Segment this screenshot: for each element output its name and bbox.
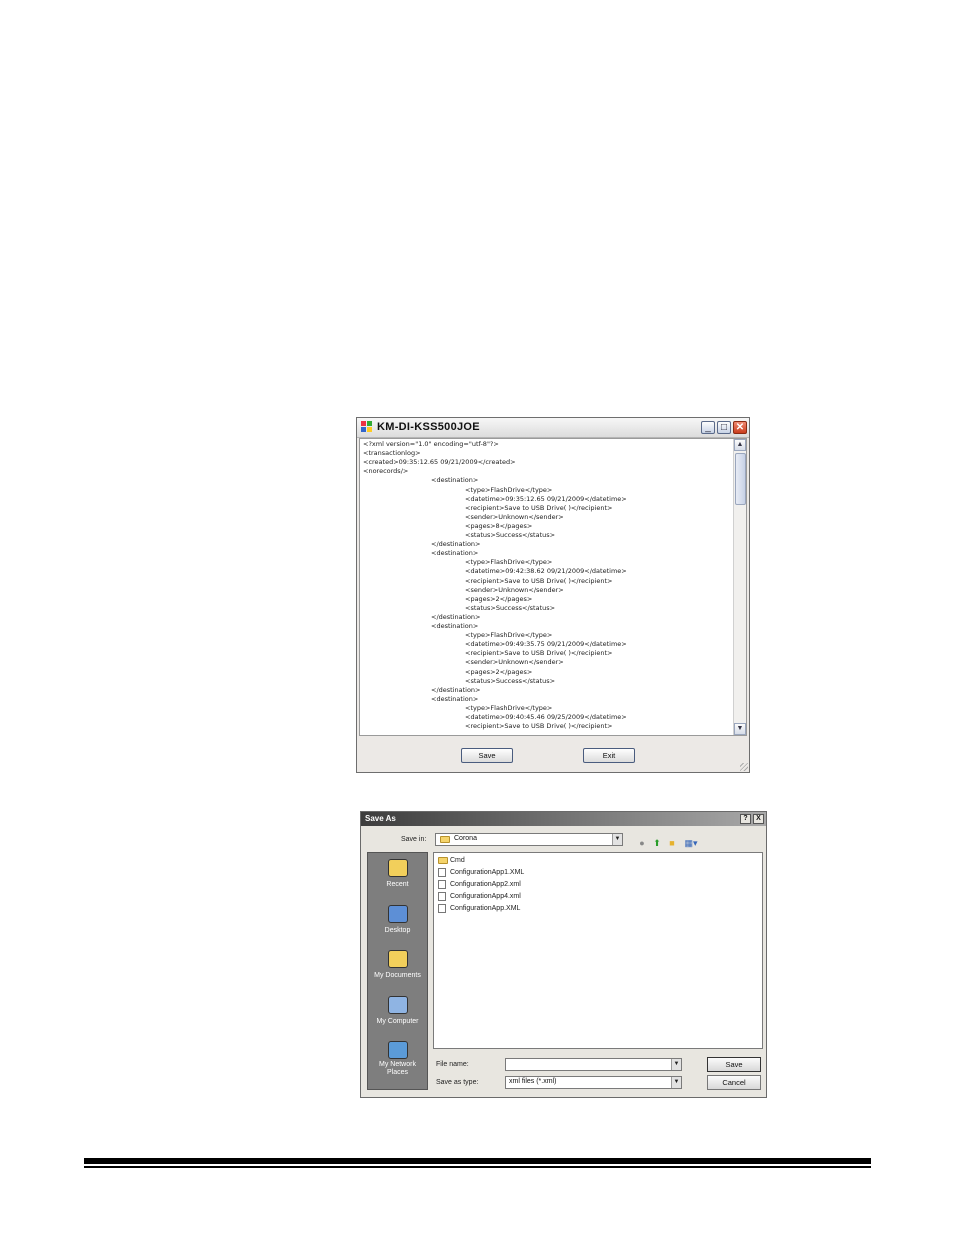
folder-icon: [438, 857, 448, 864]
xml-line: <pages>8</pages>: [465, 521, 533, 530]
xml-line: <recipient>Save to USB Drive( )</recipie…: [465, 649, 613, 658]
places-item[interactable]: Recent: [368, 859, 427, 903]
file-list[interactable]: Cmd ConfigurationApp1.XML ConfigurationApp…: [433, 852, 763, 1049]
xml-line: <destination>: [431, 694, 479, 703]
save-in-value: Corona: [454, 835, 477, 842]
window-title: KM-DI-KSS500JOE: [377, 421, 480, 433]
xml-line: </destination>: [431, 685, 481, 694]
scroll-down-arrow[interactable]: ▼: [734, 723, 746, 735]
footer-rule-thin: [84, 1166, 871, 1168]
xml-line: <?xml version="1.0" encoding="utf-8"?>: [363, 440, 499, 448]
file-list-item-label: ConfigurationApp.XML: [450, 905, 521, 912]
places-bar: Recent Desktop My Documents My Computer My N…: [367, 852, 428, 1090]
save-as-type-label: Save as type:: [436, 1079, 479, 1086]
file-list-item-label: ConfigurationApp1.XML: [450, 869, 525, 876]
xml-line: <type>FlashDrive</type>: [465, 485, 553, 494]
help-button[interactable]: ?: [740, 814, 751, 824]
places-item[interactable]: My Network Places: [368, 1041, 427, 1085]
xml-file-icon: [438, 868, 446, 877]
scroll-thumb[interactable]: [735, 453, 746, 505]
save-in-label: Save in:: [401, 836, 427, 843]
xml-content-area[interactable]: ▲ ▼ <?xml version="1.0" encoding="utf-8"…: [359, 438, 747, 736]
save-as-type-value: xml files (*.xml): [509, 1078, 557, 1085]
chevron-down-icon[interactable]: ▼: [612, 834, 622, 845]
xml-file-icon: [438, 904, 446, 913]
my-computer-icon: [388, 995, 408, 1014]
xml-line: <type>FlashDrive</type>: [465, 703, 553, 712]
up-folder-icon[interactable]: ⬆: [652, 838, 662, 848]
new-folder-icon[interactable]: ■: [667, 838, 677, 848]
xml-line: <status>Success</status>: [465, 603, 556, 612]
xml-line: <sender>Unknown</sender>: [465, 512, 564, 521]
places-item[interactable]: My Documents: [368, 950, 427, 994]
app-icon: [361, 421, 372, 432]
my-documents-icon: [388, 950, 408, 968]
chevron-down-icon[interactable]: ▼: [671, 1059, 681, 1070]
xml-line: </destination>: [431, 612, 481, 621]
dialog-close-button[interactable]: X: [753, 814, 764, 824]
dialog-save-button[interactable]: Save: [707, 1057, 761, 1072]
xml-line: <datetime>09:49:35.75 09/21/2009</dateti…: [465, 640, 627, 649]
xml-line: <datetime>09:42:38.62 09/21/2009</dateti…: [465, 567, 627, 576]
close-button[interactable]: ✕: [733, 421, 747, 434]
places-item-label: Desktop: [384, 926, 411, 934]
dialog-cancel-button[interactable]: Cancel: [707, 1075, 761, 1090]
places-item-label: My Computer: [376, 1017, 419, 1025]
xml-line: <recipient>Save to USB Drive( )</recipie…: [465, 503, 613, 512]
xml-line: <norecords/>: [363, 467, 409, 476]
title-bar[interactable]: KM-DI-KSS500JOE _ □ ✕: [357, 418, 749, 438]
desktop-icon: [388, 904, 408, 923]
file-name-label: File name:: [436, 1061, 469, 1068]
file-list-item-label: Cmd: [450, 857, 465, 864]
network-places-icon: [388, 1041, 408, 1059]
xml-file-icon: [438, 892, 446, 901]
xml-file-icon: [438, 880, 446, 889]
file-list-item-label: ConfigurationApp4.xml: [450, 893, 521, 900]
xml-line: <transactionlog>: [363, 449, 421, 458]
places-item[interactable]: Desktop: [368, 904, 427, 949]
xml-line: <type>FlashDrive</type>: [465, 631, 553, 640]
file-name-input[interactable]: ▼: [505, 1058, 682, 1071]
xml-line: <pages>2</pages>: [465, 594, 533, 603]
recent-folder-icon: [388, 859, 408, 877]
resize-grip[interactable]: [740, 763, 748, 771]
dialog-title-bar[interactable]: Save As ? X: [361, 812, 766, 826]
save-as-type-dropdown[interactable]: xml files (*.xml) ▼: [505, 1076, 682, 1089]
places-item-label: My Network Places: [379, 1061, 416, 1076]
file-list-item-label: ConfigurationApp2.xml: [450, 881, 521, 888]
xml-line: <destination>: [431, 549, 479, 558]
chevron-down-icon[interactable]: ▼: [671, 1077, 681, 1088]
xml-line: </destination>: [431, 540, 481, 549]
xml-line: <status>Success</status>: [465, 531, 556, 539]
dialog-title: Save As: [365, 814, 396, 823]
xml-line: <datetime>09:40:45.46 09/25/2009</dateti…: [465, 713, 627, 721]
xml-line: <recipient>Save to USB Drive( )</recipie…: [465, 722, 613, 731]
maximize-button[interactable]: □: [717, 421, 731, 434]
xml-line: <sender>Unknown</sender>: [465, 658, 564, 667]
vertical-scrollbar[interactable]: ▲ ▼: [733, 439, 746, 735]
xml-line: <status>Success</status>: [465, 676, 556, 685]
xml-line: <destination>: [431, 476, 479, 485]
exit-button[interactable]: Exit: [583, 748, 635, 763]
scroll-up-arrow[interactable]: ▲: [734, 439, 746, 451]
places-item-label: Recent: [386, 881, 409, 888]
xml-line: <type>FlashDrive</type>: [465, 558, 553, 567]
xml-line: <sender>Unknown</sender>: [465, 585, 564, 594]
save-button[interactable]: Save: [461, 748, 513, 763]
xml-line: <pages>2</pages>: [465, 667, 533, 676]
xml-line: <recipient>Save to USB Drive( )</recipie…: [465, 576, 613, 585]
xml-line: <datetime>09:35:12.65 09/21/2009</dateti…: [465, 494, 627, 503]
save-as-dialog: Save As ? X Save in: Corona ▼ ● ⬆ ■ ▦▾ R…: [360, 811, 767, 1098]
places-item-label: My Documents: [374, 972, 421, 979]
back-icon[interactable]: ●: [637, 838, 647, 848]
folder-icon: [440, 836, 450, 843]
footer-rule-thick: [84, 1158, 871, 1164]
xml-line: <destination>: [431, 622, 479, 630]
places-item[interactable]: My Computer: [368, 995, 427, 1040]
xml-log-window: KM-DI-KSS500JOE _ □ ✕ ▲ ▼ <?xml version=…: [356, 417, 750, 773]
views-menu-icon[interactable]: ▦▾: [683, 838, 699, 848]
xml-line: <created>09:35:12.65 09/21/2009</created…: [363, 458, 516, 467]
save-in-dropdown[interactable]: Corona ▼: [435, 833, 623, 846]
minimize-button[interactable]: _: [701, 421, 715, 434]
